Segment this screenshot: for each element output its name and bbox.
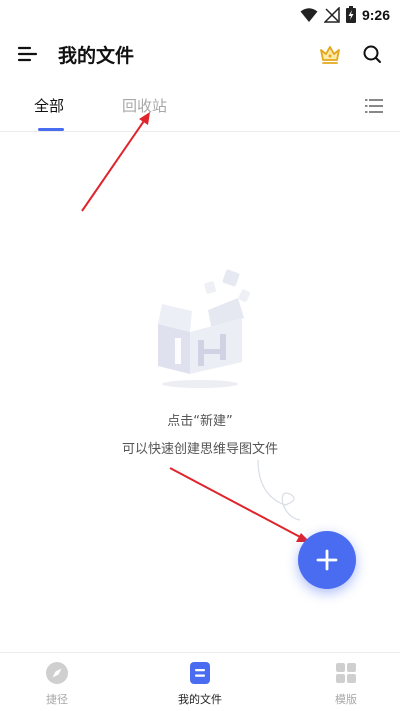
nav-item-shortcuts[interactable]: 捷径 [17,661,97,707]
nav-item-templates[interactable]: 模版 [306,661,386,707]
empty-box-illustration [158,269,250,388]
plus-icon [316,549,338,571]
nav-item-my-files[interactable]: 我的文件 [160,661,240,707]
search-icon[interactable] [360,42,384,66]
status-time: 9:26 [361,6,390,23]
grid-icon [336,663,356,683]
page-title: 我的文件 [58,45,135,67]
new-file-button[interactable] [298,531,356,589]
app-bar: 我的文件 [0,30,400,78]
decorative-curve [257,459,301,521]
status-bar: 9:26 [0,0,400,30]
bottom-nav: 捷径 我的文件 模版 [0,652,400,711]
nav-label-my-files: 我的文件 [178,693,222,706]
crown-icon[interactable] [318,42,342,66]
annotation-arrow-fab [169,467,303,539]
file-icon [190,662,210,684]
no-signal-icon [323,6,340,23]
menu-icon[interactable] [16,42,40,66]
nav-label-shortcuts: 捷径 [46,693,68,706]
compass-icon [46,662,68,684]
empty-hint-title: 点击“新建” [167,414,233,429]
tab-active-indicator [38,128,64,131]
tab-bar: 全部 回收站 [0,90,400,132]
nav-label-templates: 模版 [335,693,357,706]
battery-charging-icon [345,6,356,23]
status-icons: 9:26 [300,6,390,23]
tab-recycle-bin[interactable]: 回收站 [122,95,167,116]
empty-hint-subtitle: 可以快速创建思维导图文件 [121,442,278,457]
tab-all[interactable]: 全部 [34,95,64,116]
list-view-icon[interactable] [364,96,384,116]
wifi-icon [300,7,318,22]
